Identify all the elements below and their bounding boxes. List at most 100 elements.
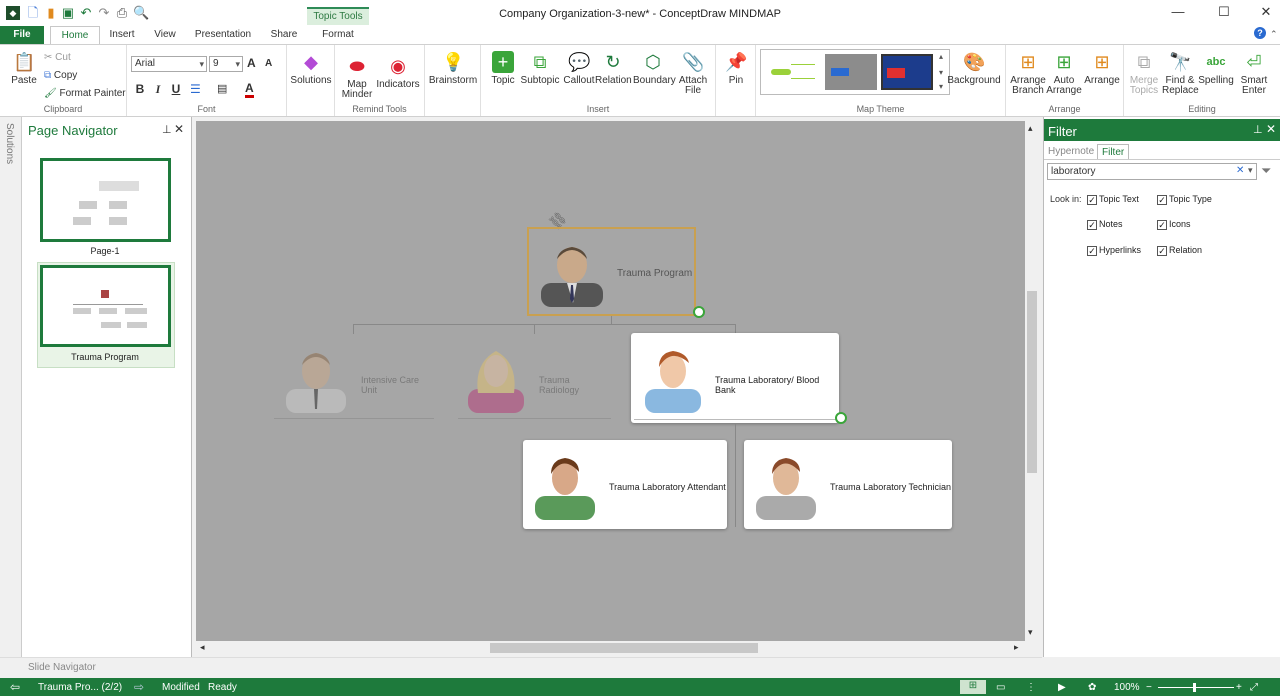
brainstorm-button[interactable]: 💡 Brainstorm (427, 51, 479, 86)
minimize-button[interactable]: — (1168, 4, 1188, 20)
merge-topics-button[interactable]: ⧉ Merge Topics (1126, 51, 1162, 96)
help-icon[interactable]: ? (1254, 27, 1266, 39)
checkbox-icons[interactable]: ✓ Icons (1157, 219, 1191, 230)
filter-close-icon[interactable]: ✕ (1266, 122, 1276, 136)
font-family-select[interactable]: Arial (131, 56, 207, 72)
background-button[interactable]: 🎨 Background (946, 51, 1002, 86)
theme-scroll-down-icon[interactable]: ▾ (939, 68, 943, 77)
play-slideshow-icon[interactable]: ▶ (1058, 682, 1066, 693)
root-topic[interactable]: Trauma Program (527, 227, 696, 316)
scroll-right-icon[interactable]: ▸ (1014, 642, 1019, 653)
attach-file-button[interactable]: 📎 Attach File (675, 51, 711, 96)
page-thumbnail-1[interactable] (40, 158, 171, 242)
clear-search-icon[interactable]: ✕ (1236, 165, 1244, 176)
maximize-button[interactable]: ☐ (1214, 4, 1234, 20)
theme-gray-thumbnail[interactable] (825, 54, 877, 90)
map-minder-button[interactable]: ⬬ Map Minder (339, 55, 375, 100)
align-icon[interactable]: ☰ (190, 82, 201, 96)
tab-share[interactable]: Share (264, 26, 304, 44)
view-mindmap-icon[interactable]: ⊞ (960, 680, 986, 694)
subtopic-button[interactable]: ⧉ Subtopic (519, 51, 561, 86)
solutions-button[interactable]: ◆ Solutions (289, 51, 333, 86)
theme-scroll-up-icon[interactable]: ▴ (939, 52, 943, 61)
scroll-up-icon[interactable]: ▴ (1028, 123, 1033, 134)
close-button[interactable]: ✕ (1256, 4, 1276, 20)
bold-button[interactable]: B (133, 82, 147, 96)
tab-home[interactable]: Home (50, 26, 100, 44)
italic-button[interactable]: I (151, 82, 165, 97)
view-outline-icon[interactable]: ▭ (996, 682, 1005, 693)
scroll-left-icon[interactable]: ◂ (200, 642, 205, 653)
shrink-font-icon[interactable]: A (265, 58, 272, 69)
underline-button[interactable]: U (169, 82, 183, 96)
font-size-select[interactable]: 9 (209, 56, 243, 72)
collapse-root-icon[interactable] (693, 306, 705, 318)
checkbox-topic-text[interactable]: ✓ Topic Text (1087, 194, 1139, 205)
font-color-icon[interactable]: A (245, 81, 254, 98)
previous-page-icon[interactable]: ⇦ (10, 680, 20, 694)
arrange-button[interactable]: ⊞ Arrange (1082, 51, 1122, 86)
tab-view[interactable]: View (148, 26, 182, 44)
paste-button[interactable]: 📋 Paste (8, 51, 40, 86)
tab-filter[interactable]: Filter (1097, 144, 1130, 160)
fit-to-window-icon[interactable]: ⤢ (1250, 682, 1258, 693)
format-painter-button[interactable]: 🖌 Format Painter (44, 88, 126, 99)
pin-button[interactable]: 📌 Pin (718, 51, 754, 86)
topic-trauma-radiology[interactable]: Trauma Radiology (458, 339, 611, 419)
map-canvas[interactable]: ⛓ Trauma Program Intensive Care Unit Tra… (196, 121, 1025, 641)
horizontal-scrollbar[interactable]: ◂ ▸ (196, 641, 1025, 655)
slide-navigator-bar[interactable]: Slide Navigator (0, 657, 1042, 678)
checkbox-topic-type[interactable]: ✓ Topic Type (1157, 194, 1212, 205)
topic-trauma-laboratory-attendant[interactable]: Trauma Laboratory Attendant (523, 440, 727, 529)
indicators-button[interactable]: ◉ Indicators (375, 55, 421, 90)
copy-button[interactable]: ⧉ Copy (44, 70, 77, 81)
checkbox-relation[interactable]: ✓ Relation (1157, 245, 1202, 256)
checkbox-notes[interactable]: ✓ Notes (1087, 219, 1123, 230)
theme-green-thumbnail[interactable] (765, 54, 821, 90)
vertical-scrollbar[interactable]: ▴ ▾ (1025, 121, 1039, 641)
topic-button[interactable]: + Topic (487, 51, 519, 86)
find-replace-button[interactable]: 🔭 Find & Replace (1162, 51, 1199, 96)
close-panel-icon[interactable]: ✕ (174, 122, 184, 136)
tab-file[interactable]: File (0, 26, 44, 44)
theme-gallery[interactable]: ▴ ▾ ▾ (760, 49, 950, 95)
next-page-icon[interactable]: ⇨ (134, 680, 144, 694)
scroll-down-icon[interactable]: ▾ (1028, 627, 1033, 638)
topic-trauma-laboratory-technician[interactable]: Trauma Laboratory Technician (744, 440, 952, 529)
zoom-slider-thumb[interactable] (1193, 683, 1196, 692)
tab-hypernote[interactable]: Hypernote (1048, 146, 1094, 157)
filter-pin-icon[interactable]: ⊥ (1253, 123, 1263, 136)
arrange-branch-button[interactable]: ⊞ Arrange Branch (1008, 51, 1048, 96)
tab-format[interactable]: Format (314, 26, 362, 44)
horizontal-scroll-thumb[interactable] (490, 643, 758, 653)
spelling-button[interactable]: abc Spelling (1198, 51, 1234, 86)
text-box-icon[interactable]: ▤ (217, 82, 227, 95)
topic-intensive-care-unit[interactable]: Intensive Care Unit (274, 339, 434, 419)
relation-button[interactable]: ↻ Relation (595, 51, 632, 86)
zoom-slider-track[interactable] (1158, 687, 1234, 688)
boundary-button[interactable]: ⬡ Boundary (633, 51, 676, 86)
auto-arrange-button[interactable]: ⊞ Auto Arrange (1046, 51, 1082, 96)
tab-insert[interactable]: Insert (104, 26, 140, 44)
cut-button[interactable]: ✂ Cut (44, 52, 71, 63)
view-tree-icon[interactable]: ⋮ (1026, 682, 1036, 693)
filter-search-input[interactable]: laboratory (1047, 163, 1257, 180)
page-thumbnail-2[interactable] (40, 265, 171, 347)
smart-enter-button[interactable]: ⏎ Smart Enter (1236, 51, 1272, 96)
collapse-lab-icon[interactable] (835, 412, 847, 424)
settings-gear-icon[interactable]: ✿ (1088, 682, 1096, 693)
collapse-ribbon-icon[interactable]: ⌃ (1270, 29, 1278, 40)
tab-presentation[interactable]: Presentation (190, 26, 256, 44)
zoom-out-icon[interactable]: − (1146, 682, 1152, 693)
solutions-side-tab[interactable]: Solutions (0, 117, 22, 657)
search-dropdown-icon[interactable]: ▾ (1248, 165, 1253, 176)
topic-trauma-laboratory-blood-bank[interactable]: Trauma Laboratory/ Blood Bank (631, 333, 839, 423)
funnel-filter-icon[interactable]: ⏷ (1261, 163, 1271, 179)
theme-blue-thumbnail[interactable] (881, 54, 933, 90)
vertical-scroll-thumb[interactable] (1027, 291, 1037, 473)
grow-font-icon[interactable]: A (247, 56, 256, 70)
callout-button[interactable]: 💬 Callout (561, 51, 597, 86)
checkbox-hyperlinks[interactable]: ✓ Hyperlinks (1087, 245, 1141, 256)
zoom-in-icon[interactable]: + (1236, 682, 1242, 693)
theme-more-icon[interactable]: ▾ (939, 82, 943, 91)
